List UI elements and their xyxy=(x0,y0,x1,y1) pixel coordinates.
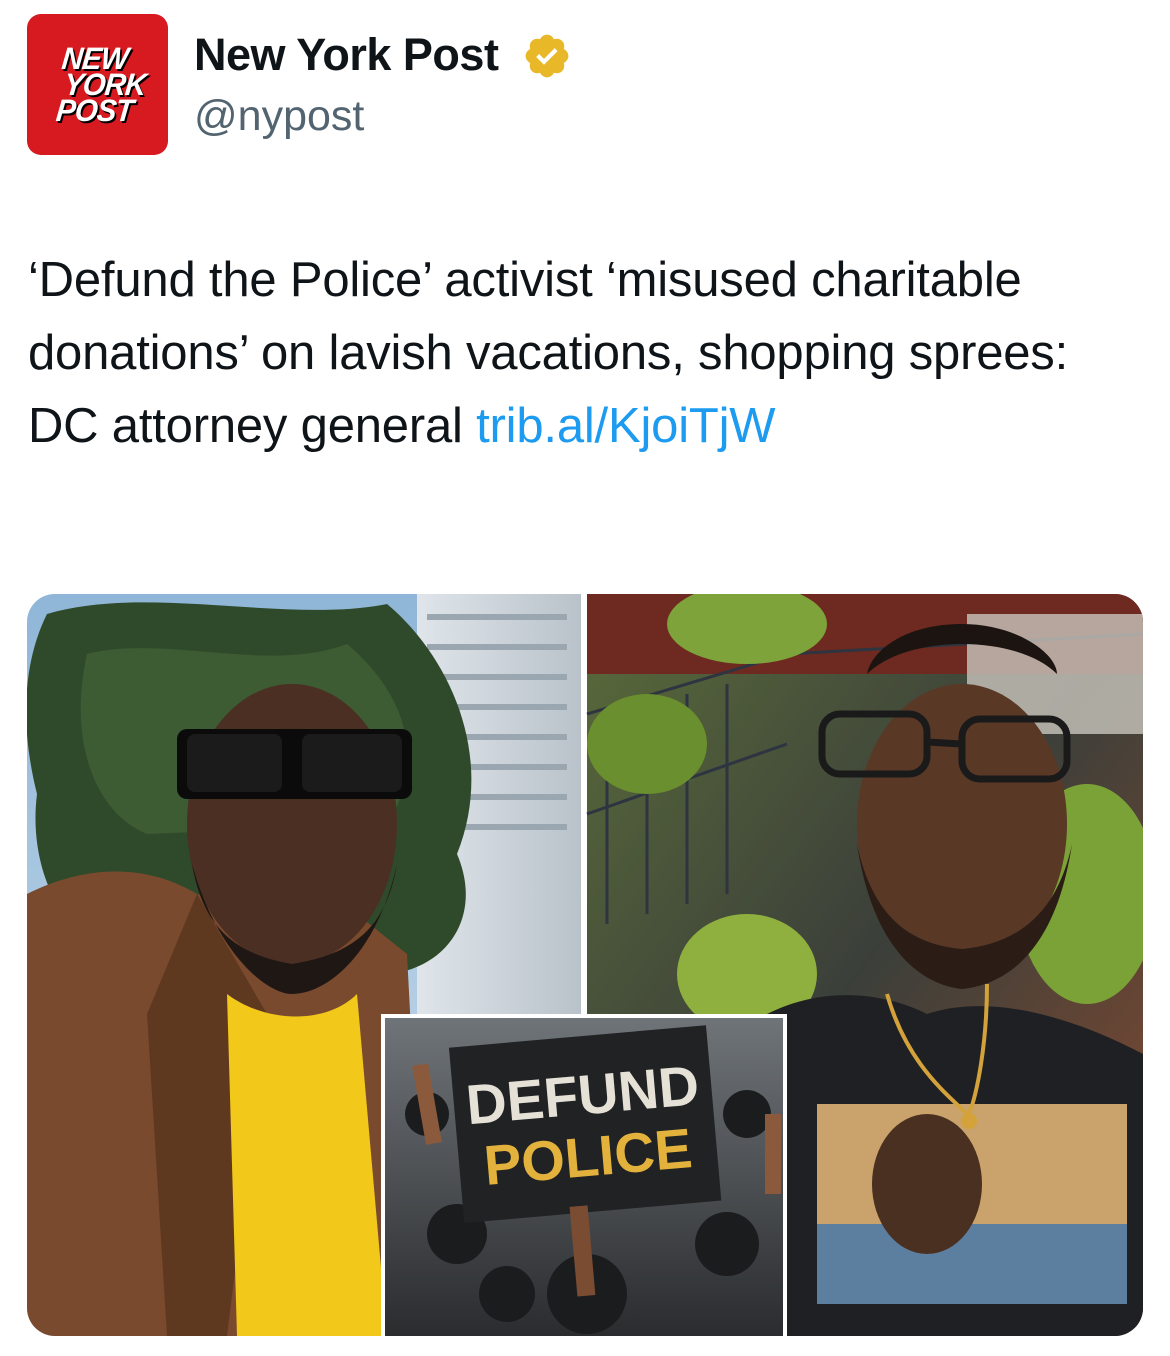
avatar-logo-line: POST xyxy=(54,92,135,128)
avatar[interactable]: NEW YORK POST xyxy=(27,14,168,155)
handle[interactable]: @nypost xyxy=(194,92,364,141)
display-name[interactable]: New York Post xyxy=(194,29,499,81)
tweet-media-image[interactable]: DEFUND POLICE xyxy=(27,594,1143,1336)
media-photo-collage: DEFUND POLICE xyxy=(27,594,1143,1336)
tweet-link[interactable]: trib.al/KjoiTjW xyxy=(476,399,775,453)
verified-badge-icon xyxy=(525,34,569,78)
tweet-text: ‘Defund the Police’ activist ‘misused ch… xyxy=(28,244,1148,463)
